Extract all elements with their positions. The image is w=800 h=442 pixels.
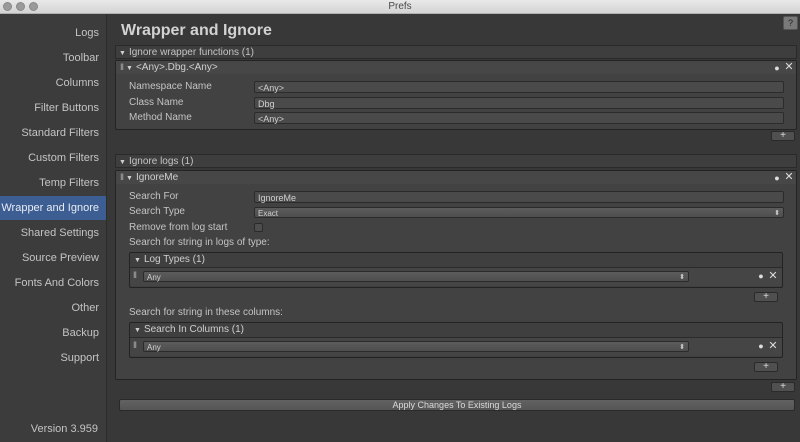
add-log-type-button[interactable]: +	[754, 292, 778, 302]
ignore-section-title: Ignore logs (1)	[128, 156, 194, 167]
close-icon[interactable]: ✕	[784, 171, 794, 184]
close-icon[interactable]: ✕	[768, 270, 778, 283]
triangle-down-icon: ▼	[119, 159, 126, 166]
ignore-entry-header[interactable]: II ▼ IgnoreMe ● ✕	[116, 171, 796, 184]
close-icon[interactable]: ✕	[784, 61, 794, 74]
namespace-name-field[interactable]: <Any>	[254, 81, 784, 93]
dropdown-arrow-icon: ⬍	[679, 274, 685, 281]
sidebar-item-standard-filters[interactable]: Standard Filters	[0, 121, 106, 145]
sidebar-item-temp-filters[interactable]: Temp Filters	[0, 171, 106, 195]
ignore-entry-title: IgnoreMe	[135, 172, 179, 183]
triangle-down-icon: ▼	[134, 257, 141, 264]
triangle-down-icon: ▼	[119, 50, 126, 57]
log-types-header[interactable]: ▼ Log Types (1)	[130, 253, 205, 266]
wrapper-section-header[interactable]: ▼ Ignore wrapper functions (1)	[115, 45, 797, 59]
search-type-label: Search Type	[129, 206, 185, 217]
main-panel: Wrapper and Ignore ? ▼ Ignore wrapper fun…	[106, 14, 800, 442]
dropdown-arrow-icon: ⬍	[679, 344, 685, 351]
search-type-value: Exact	[258, 209, 279, 218]
sidebar-item-logs[interactable]: Logs	[0, 21, 106, 45]
sidebar-item-other[interactable]: Other	[0, 296, 106, 320]
apply-changes-button[interactable]: Apply Changes To Existing Logs	[119, 399, 795, 411]
add-ignore-button[interactable]: +	[771, 382, 795, 392]
class-name-label: Class Name	[129, 97, 184, 108]
log-types-title: Log Types (1)	[143, 254, 205, 265]
namespace-name-label: Namespace Name	[129, 81, 212, 92]
sidebar-item-wrapper-and-ignore[interactable]: Wrapper and Ignore	[0, 196, 106, 220]
remove-from-log-start-checkbox[interactable]	[254, 223, 263, 232]
sidebar: Logs Toolbar Columns Filter Buttons Stan…	[0, 14, 106, 442]
window-titlebar: Prefs	[0, 0, 800, 14]
column-row: II Any ⬍ ● ✕	[130, 337, 782, 356]
columns-header[interactable]: ▼ Search In Columns (1)	[130, 323, 244, 336]
search-for-label: Search For	[129, 191, 179, 202]
columns-title: Search In Columns (1)	[143, 324, 244, 335]
search-for-field[interactable]: IgnoreMe	[254, 191, 784, 203]
column-dropdown[interactable]: Any ⬍	[143, 341, 689, 352]
search-type-dropdown[interactable]: Exact ⬍	[254, 207, 784, 218]
eye-icon[interactable]: ●	[756, 341, 766, 351]
ignore-entry: II ▼ IgnoreMe ● ✕ Search For IgnoreMe Sear…	[115, 170, 797, 380]
eye-icon[interactable]: ●	[756, 271, 766, 281]
ignore-section-header[interactable]: ▼ Ignore logs (1)	[115, 154, 797, 168]
drag-handle-icon[interactable]: II	[120, 61, 124, 74]
drag-handle-icon[interactable]: II	[133, 340, 137, 350]
dropdown-arrow-icon: ⬍	[774, 210, 780, 217]
log-types-box: ▼ Log Types (1) II Any ⬍ ● ✕	[129, 252, 783, 288]
sidebar-item-custom-filters[interactable]: Custom Filters	[0, 146, 106, 170]
wrapper-entry-title: <Any>.Dbg.<Any>	[135, 62, 218, 73]
help-button[interactable]: ?	[783, 16, 798, 30]
wrapper-entry: II ▼ <Any>.Dbg.<Any> ● ✕ Namespace Name <A…	[115, 60, 797, 130]
column-value: Any	[147, 343, 161, 352]
sidebar-item-support[interactable]: Support	[0, 346, 106, 370]
class-name-field[interactable]: Dbg	[254, 97, 784, 109]
eye-icon[interactable]: ●	[772, 172, 782, 185]
method-name-label: Method Name	[129, 112, 192, 123]
search-in-columns-label: Search for string in these columns:	[129, 307, 283, 318]
drag-handle-icon[interactable]: II	[120, 171, 124, 184]
page-title: Wrapper and Ignore	[121, 22, 272, 39]
columns-box: ▼ Search In Columns (1) II Any ⬍ ● ✕	[129, 322, 783, 358]
triangle-down-icon: ▼	[134, 327, 141, 334]
sidebar-item-backup[interactable]: Backup	[0, 321, 106, 345]
search-in-types-label: Search for string in logs of type:	[129, 237, 270, 248]
wrapper-section-title: Ignore wrapper functions (1)	[128, 47, 255, 58]
triangle-down-icon: ▼	[126, 65, 133, 72]
triangle-down-icon: ▼	[126, 175, 133, 182]
wrapper-entry-header[interactable]: II ▼ <Any>.Dbg.<Any> ● ✕	[116, 61, 796, 74]
window-title: Prefs	[388, 1, 412, 12]
drag-handle-icon[interactable]: II	[133, 270, 137, 280]
version-label: Version 3.959	[30, 423, 98, 435]
sidebar-item-source-preview[interactable]: Source Preview	[0, 246, 106, 270]
method-name-field[interactable]: <Any>	[254, 112, 784, 124]
sidebar-item-filter-buttons[interactable]: Filter Buttons	[0, 96, 106, 120]
log-type-dropdown[interactable]: Any ⬍	[143, 271, 689, 282]
sidebar-item-columns[interactable]: Columns	[0, 71, 106, 95]
add-wrapper-button[interactable]: +	[771, 131, 795, 141]
eye-icon[interactable]: ●	[772, 62, 782, 75]
log-type-row: II Any ⬍ ● ✕	[130, 267, 782, 286]
close-icon[interactable]: ✕	[768, 340, 778, 353]
sidebar-item-shared-settings[interactable]: Shared Settings	[0, 221, 106, 245]
sidebar-item-toolbar[interactable]: Toolbar	[0, 46, 106, 70]
log-type-value: Any	[147, 273, 161, 282]
add-column-button[interactable]: +	[754, 362, 778, 372]
remove-from-log-start-label: Remove from log start	[129, 222, 228, 233]
sidebar-item-fonts-and-colors[interactable]: Fonts And Colors	[0, 271, 106, 295]
